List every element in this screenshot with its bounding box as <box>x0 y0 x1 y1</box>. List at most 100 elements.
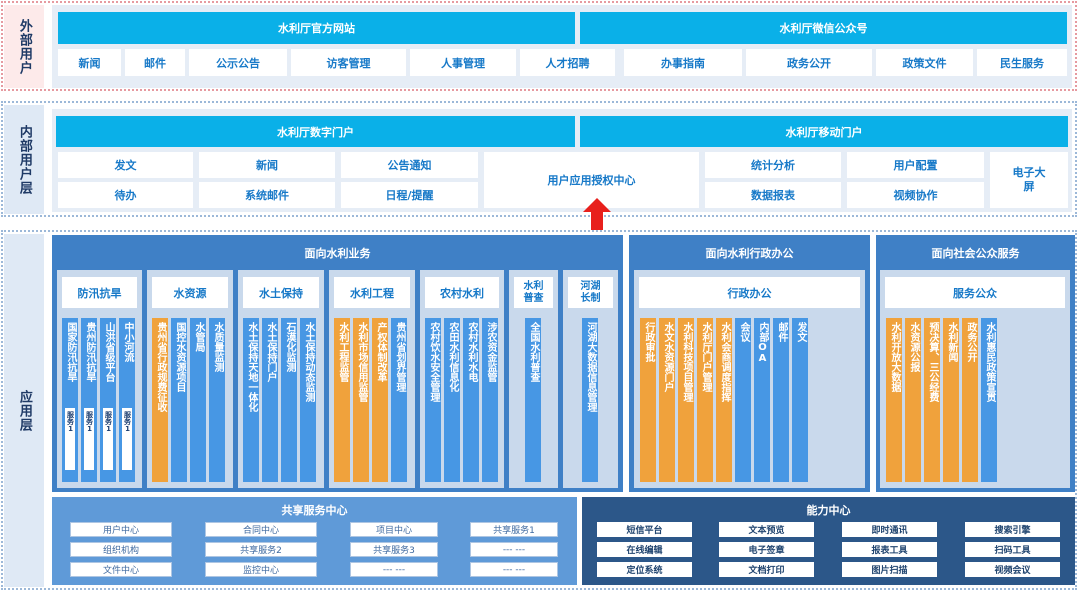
app-rural-drinking[interactable]: 农村饮水安全管理 <box>425 318 441 482</box>
ability-sms[interactable]: 短信平台 <box>597 522 692 537</box>
group-header-water-resource[interactable]: 水资源 <box>152 277 228 308</box>
app-admin-hydrology[interactable]: 水文水资源门户 <box>659 318 675 482</box>
internal-item-user-config[interactable]: 用户配置 <box>847 152 984 178</box>
official-website-header[interactable]: 水利厅官方网站 <box>58 12 575 44</box>
shared-org[interactable]: 组织机构 <box>70 542 172 557</box>
app-water-quality[interactable]: 水质量监测 <box>209 318 225 482</box>
internal-item-schedule[interactable]: 日程/提醒 <box>341 182 478 208</box>
wechat-item-guide[interactable]: 办事指南 <box>624 49 742 76</box>
app-rural-hydro[interactable]: 农村水利水电 <box>463 318 479 482</box>
internal-item-big-screen[interactable]: 电子大屏 <box>990 152 1068 208</box>
internal-item-dispatch[interactable]: 发文 <box>58 152 193 178</box>
ability-e-sign[interactable]: 电子签章 <box>719 542 814 557</box>
admin-header[interactable]: 行政办公 <box>639 277 860 308</box>
website-item-mail[interactable]: 邮件 <box>125 49 185 76</box>
shared-service-3[interactable]: 共享服务3 <box>350 542 438 557</box>
website-item-hr[interactable]: 人事管理 <box>410 49 516 76</box>
app-admin-mail[interactable]: 邮件 <box>773 318 789 482</box>
shared-placeholder-2[interactable]: --- --- <box>350 562 438 577</box>
wechat-account-header[interactable]: 水利厅微信公众号 <box>580 12 1067 44</box>
up-arrow-icon <box>583 198 611 230</box>
app-eng-property[interactable]: 产权体制改革 <box>372 318 388 482</box>
internal-item-news[interactable]: 新闻 <box>199 152 335 178</box>
app-eng-supervision[interactable]: 水利工程监管 <box>334 318 350 482</box>
ability-search[interactable]: 搜索引擎 <box>965 522 1060 537</box>
app-public-gov[interactable]: 政务公开 <box>962 318 978 482</box>
app-public-policy[interactable]: 水利惠民政策宣贯 <box>981 318 997 482</box>
ability-im[interactable]: 即时通讯 <box>842 522 937 537</box>
ability-doc-print[interactable]: 文档打印 <box>719 562 814 577</box>
app-soil-integrated[interactable]: 水土保持天地一体化 <box>243 318 259 482</box>
app-admin-oa[interactable]: 内部OA <box>754 318 770 482</box>
group-header-census[interactable]: 水利普查 <box>514 277 553 308</box>
water-business-title: 面向水利业务 <box>304 247 371 260</box>
app-rural-funds[interactable]: 涉农资金监管 <box>482 318 498 482</box>
app-rural-farmland[interactable]: 农田水利信息化 <box>444 318 460 482</box>
website-item-visitor[interactable]: 访客管理 <box>291 49 406 76</box>
ability-scan-tool[interactable]: 扫码工具 <box>965 542 1060 557</box>
shared-monitor-center[interactable]: 监控中心 <box>205 562 317 577</box>
app-water-fee[interactable]: 贵州省行政规费征收 <box>152 318 168 482</box>
shared-placeholder-3[interactable]: --- --- <box>470 562 558 577</box>
app-admin-dispatch[interactable]: 水利会商调度指挥 <box>716 318 732 482</box>
app-soil-portal[interactable]: 水土保持门户 <box>262 318 278 482</box>
internal-item-video[interactable]: 视频协作 <box>847 182 984 208</box>
ability-video-meeting[interactable]: 视频会议 <box>965 562 1060 577</box>
wechat-item-public[interactable]: 政务公开 <box>746 49 872 76</box>
app-eng-credit[interactable]: 水利市场信用监管 <box>353 318 369 482</box>
app-water-bureau[interactable]: 水管局 <box>190 318 206 482</box>
internal-item-todo[interactable]: 待办 <box>58 182 193 208</box>
app-soil-desert[interactable]: 石漠化监测 <box>281 318 297 482</box>
shared-user-center[interactable]: 用户中心 <box>70 522 172 537</box>
ability-online-edit[interactable]: 在线编辑 <box>597 542 692 557</box>
app-soil-dynamic[interactable]: 水土保持动态监测 <box>300 318 316 482</box>
internal-item-system-mail[interactable]: 系统邮件 <box>199 182 335 208</box>
app-public-budget[interactable]: 预决算、三公经费 <box>924 318 940 482</box>
app-admin-tech[interactable]: 水利科技项目管理 <box>678 318 694 482</box>
internal-layer-label: 内部用户层 <box>4 105 44 214</box>
flood-service-mini-1[interactable]: 服务1 <box>65 408 75 470</box>
app-public-news[interactable]: 水利新闻 <box>943 318 959 482</box>
app-census-national[interactable]: 全国水利普查 <box>525 318 541 482</box>
public-service-title: 面向社会公众服务 <box>931 247 1020 260</box>
app-public-open-data[interactable]: 水利开放大数据 <box>886 318 902 482</box>
app-admin-dispatch-doc[interactable]: 发文 <box>792 318 808 482</box>
app-water-national-project[interactable]: 国控水资源项目 <box>171 318 187 482</box>
flood-service-mini-2[interactable]: 服务1 <box>84 408 94 470</box>
shared-file-center[interactable]: 文件中心 <box>70 562 172 577</box>
public-header[interactable]: 服务公众 <box>885 277 1065 308</box>
website-item-recruit[interactable]: 人才招聘 <box>520 49 615 76</box>
ability-report-tool[interactable]: 报表工具 <box>842 542 937 557</box>
shared-contract-center[interactable]: 合同中心 <box>205 522 317 537</box>
app-public-bulletin[interactable]: 水资源公报 <box>905 318 921 482</box>
mobile-portal-header[interactable]: 水利厅移动门户 <box>580 116 1068 147</box>
shared-service-1[interactable]: 共享服务1 <box>470 522 558 537</box>
ability-location[interactable]: 定位系统 <box>597 562 692 577</box>
shared-project-center[interactable]: 项目中心 <box>350 522 438 537</box>
flood-service-mini-4[interactable]: 服务1 <box>122 408 132 470</box>
group-header-engineering[interactable]: 水利工程 <box>334 277 410 308</box>
digital-portal-header[interactable]: 水利厅数字门户 <box>56 116 575 147</box>
website-item-notice[interactable]: 公示公告 <box>189 49 287 76</box>
group-header-flood[interactable]: 防汛抗旱 <box>62 277 137 308</box>
group-header-rural[interactable]: 农村水利 <box>425 277 499 308</box>
ability-image-scan[interactable]: 图片扫描 <box>842 562 937 577</box>
shared-service-title: 共享服务中心 <box>281 504 348 517</box>
app-eng-boundary[interactable]: 贵州省划界管理 <box>391 318 407 482</box>
internal-item-report[interactable]: 数据报表 <box>705 182 841 208</box>
website-item-news[interactable]: 新闻 <box>58 49 121 76</box>
group-header-river[interactable]: 河湖长制 <box>568 277 613 308</box>
flood-service-mini-3[interactable]: 服务1 <box>103 408 113 470</box>
wechat-item-livelihood[interactable]: 民生服务 <box>977 49 1067 76</box>
group-header-soil[interactable]: 水土保持 <box>243 277 319 308</box>
shared-service-2[interactable]: 共享服务2 <box>205 542 317 557</box>
internal-item-stats[interactable]: 统计分析 <box>705 152 841 178</box>
app-admin-meeting[interactable]: 会议 <box>735 318 751 482</box>
internal-item-notice[interactable]: 公告通知 <box>341 152 478 178</box>
shared-placeholder-1[interactable]: --- --- <box>470 542 558 557</box>
app-admin-approval[interactable]: 行政审批 <box>640 318 656 482</box>
ability-text-preview[interactable]: 文本预览 <box>719 522 814 537</box>
app-river-bigdata[interactable]: 河湖大数据信息管理 <box>582 318 598 482</box>
wechat-item-policy[interactable]: 政策文件 <box>876 49 973 76</box>
app-admin-portal[interactable]: 水利厅门户管理 <box>697 318 713 482</box>
